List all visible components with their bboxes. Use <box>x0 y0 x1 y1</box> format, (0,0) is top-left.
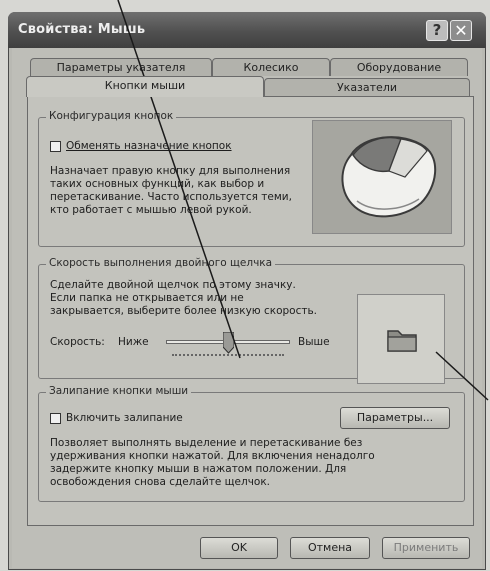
callout-line-folder <box>435 351 489 401</box>
tab-buttons[interactable]: Кнопки мыши <box>26 76 264 97</box>
callout-line-slider <box>117 0 241 359</box>
